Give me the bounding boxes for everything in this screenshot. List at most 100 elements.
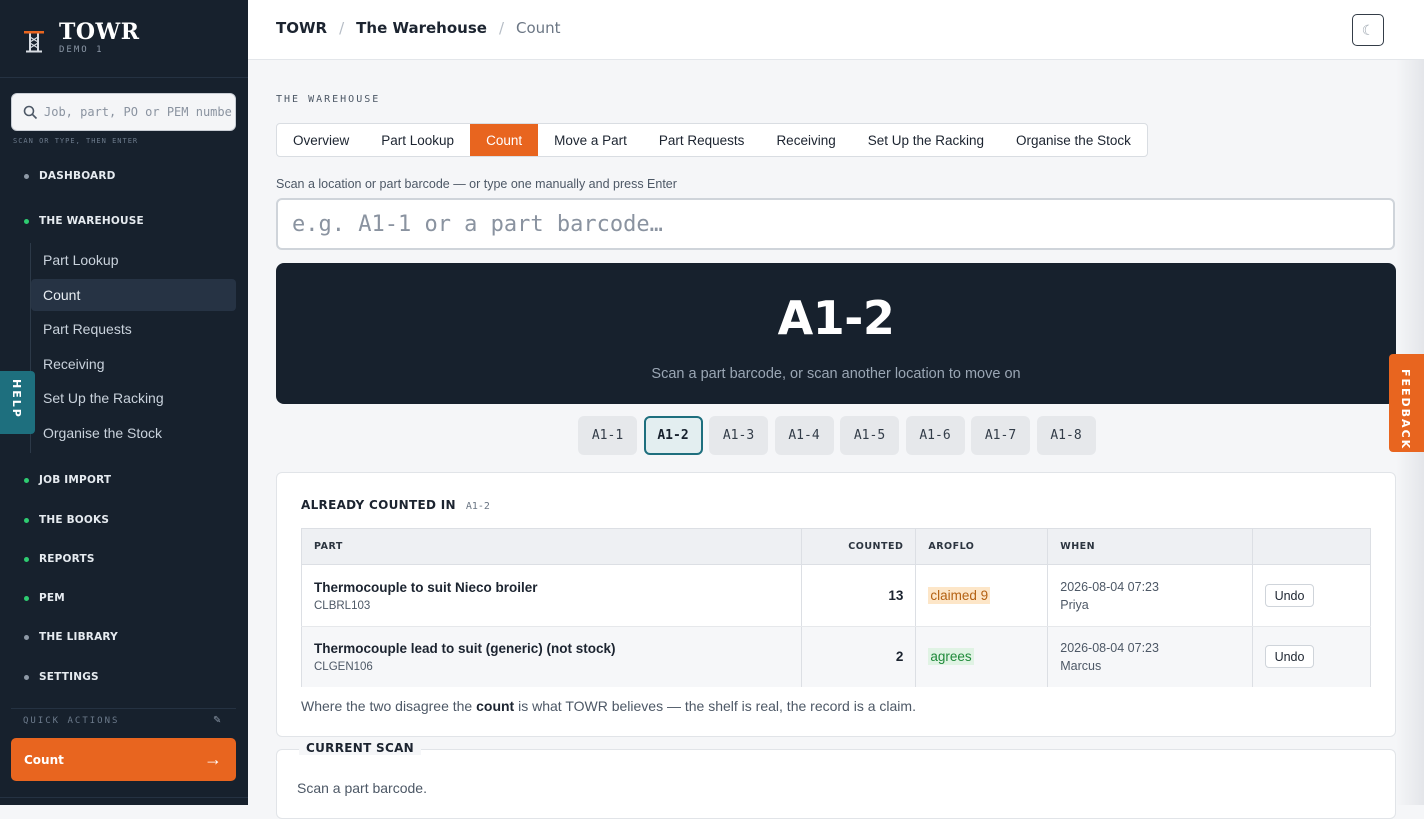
- part-name: Thermocouple lead to suit (generic) (not…: [314, 640, 616, 656]
- quick-action-count-button[interactable]: Count →: [11, 738, 236, 781]
- tab-organise-stock[interactable]: Organise the Stock: [1000, 124, 1147, 156]
- column-header-part: PART: [300, 528, 803, 565]
- brand: TOWR DEMO 1: [0, 0, 248, 78]
- search-icon: [23, 105, 38, 120]
- breadcrumb: TOWR / The Warehouse / Count: [276, 19, 561, 37]
- sidebar: TOWR DEMO 1 SCAN OR TYPE, THEN ENTER DAS…: [0, 0, 248, 805]
- column-header-counted: COUNTED: [801, 528, 917, 565]
- section-eyebrow: THE WAREHOUSE: [276, 94, 381, 105]
- status-dot-icon: [24, 634, 29, 640]
- sidebar-item-part-lookup[interactable]: Part Lookup: [31, 244, 236, 276]
- current-location-panel: A1-2 Scan a part barcode, or scan anothe…: [276, 263, 1396, 404]
- undo-button[interactable]: Undo: [1265, 645, 1315, 669]
- nav-dashboard[interactable]: DASHBOARD: [24, 167, 116, 185]
- nav-label: SETTINGS: [39, 671, 99, 683]
- column-header-aroflo: AROFLO: [915, 528, 1049, 565]
- note-text: Where the two disagree the: [301, 698, 477, 714]
- nav-label: PEM: [39, 592, 65, 604]
- location-chip[interactable]: A1-7: [971, 416, 1030, 455]
- top-bar: TOWR / The Warehouse / Count ☾: [248, 0, 1424, 60]
- tab-part-lookup[interactable]: Part Lookup: [365, 124, 470, 156]
- tab-move-a-part[interactable]: Move a Part: [538, 124, 643, 156]
- tab-part-requests[interactable]: Part Requests: [643, 124, 761, 156]
- location-chip[interactable]: A1-6: [905, 416, 965, 455]
- nav-settings[interactable]: SETTINGS: [24, 668, 99, 686]
- when-user: Priya: [1060, 597, 1089, 612]
- tower-logo-icon: [24, 31, 44, 53]
- breadcrumb-the-warehouse[interactable]: The Warehouse: [356, 19, 487, 37]
- location-hint: Scan a part barcode, or scan another loc…: [651, 366, 1021, 382]
- nav-label: THE LIBRARY: [39, 631, 118, 643]
- status-dot-icon: [24, 556, 29, 562]
- nav-label: THE WAREHOUSE: [39, 215, 144, 227]
- feedback-tab-label: FEEDBACK: [1399, 369, 1412, 451]
- status-dot-icon: [24, 477, 29, 483]
- sidebar-item-set-up-racking[interactable]: Set Up the Racking: [31, 382, 236, 414]
- card-title-text: ALREADY COUNTED IN: [301, 498, 456, 512]
- brand-name: TOWR: [59, 19, 140, 45]
- card-title: ALREADY COUNTED IN A1-2: [301, 498, 490, 512]
- sidebar-item-part-requests[interactable]: Part Requests: [31, 313, 236, 345]
- part-cell: Thermocouple lead to suit (generic) (not…: [300, 626, 803, 687]
- theme-toggle-button[interactable]: ☾: [1352, 14, 1384, 46]
- part-name: Thermocouple to suit Nieco broiler: [314, 579, 538, 595]
- column-header-when: WHEN: [1047, 528, 1254, 565]
- nav-label: REPORTS: [39, 553, 95, 565]
- status-dot-icon: [24, 517, 29, 523]
- help-tab-label: HELP: [10, 379, 23, 419]
- aroflo-cell: claimed 9: [915, 564, 1049, 627]
- brand-subtitle: DEMO 1: [59, 45, 104, 55]
- counted-table: PART COUNTED AROFLO WHEN Thermocouple to…: [300, 528, 1371, 687]
- tab-overview[interactable]: Overview: [277, 124, 365, 156]
- current-scan-text: Scan a part barcode.: [297, 780, 427, 796]
- tab-receiving[interactable]: Receiving: [760, 124, 851, 156]
- location-chip[interactable]: A1-5: [840, 416, 899, 455]
- count-note: Where the two disagree the count is what…: [301, 698, 916, 714]
- scan-input[interactable]: [276, 198, 1395, 250]
- nav-the-warehouse[interactable]: THE WAREHOUSE: [24, 212, 144, 230]
- tab-set-up-racking[interactable]: Set Up the Racking: [852, 124, 1000, 156]
- location-chip[interactable]: A1-8: [1036, 416, 1096, 455]
- quick-actions-label: QUICK ACTIONS: [23, 716, 120, 726]
- feedback-tab[interactable]: FEEDBACK: [1389, 354, 1424, 452]
- nav-label: THE BOOKS: [39, 514, 110, 526]
- help-tab[interactable]: HELP: [0, 371, 35, 434]
- edit-pencil-icon[interactable]: ✎: [213, 715, 221, 726]
- location-chip[interactable]: A1-1: [578, 416, 637, 455]
- tab-count[interactable]: Count: [470, 124, 539, 156]
- when-timestamp: 2026-08-04 07:23: [1060, 640, 1159, 655]
- status-dot-icon: [24, 218, 29, 224]
- nav-job-import[interactable]: JOB IMPORT: [24, 471, 111, 489]
- location-chip[interactable]: A1-4: [774, 416, 834, 455]
- location-chip-active[interactable]: A1-2: [643, 416, 703, 455]
- sidebar-item-count[interactable]: Count: [31, 279, 236, 311]
- breadcrumb-count: Count: [516, 19, 561, 37]
- part-cell: Thermocouple to suit Nieco broiler CLBRL…: [300, 564, 803, 627]
- nav-pem[interactable]: PEM: [24, 589, 65, 607]
- breadcrumb-separator: /: [339, 19, 345, 37]
- nav-reports[interactable]: REPORTS: [24, 550, 95, 568]
- status-dot-icon: [24, 173, 29, 179]
- card-title-location: A1-2: [465, 501, 490, 512]
- breadcrumb-separator: /: [498, 19, 504, 37]
- search-hint: SCAN OR TYPE, THEN ENTER: [13, 137, 139, 145]
- undo-button[interactable]: Undo: [1265, 584, 1315, 607]
- when-cell: 2026-08-04 07:23 Priya: [1047, 564, 1254, 627]
- arrow-right-icon: →: [204, 749, 222, 769]
- action-cell: Undo: [1252, 626, 1371, 687]
- sidebar-item-receiving[interactable]: Receiving: [31, 348, 236, 380]
- sidebar-item-organise-stock[interactable]: Organise the Stock: [31, 417, 236, 449]
- location-chip[interactable]: A1-3: [709, 416, 768, 455]
- breadcrumb-towr[interactable]: TOWR: [276, 19, 327, 37]
- nav-label: JOB IMPORT: [39, 474, 112, 486]
- divider: [11, 708, 236, 709]
- nav-the-library[interactable]: THE LIBRARY: [24, 628, 118, 646]
- table-header-row: PART COUNTED AROFLO WHEN: [300, 528, 1371, 565]
- status-dot-icon: [24, 674, 29, 680]
- note-emphasis: count: [476, 698, 515, 714]
- already-counted-card: ALREADY COUNTED IN A1-2 PART COUNTED ARO…: [276, 472, 1396, 737]
- search-input[interactable]: [44, 94, 234, 130]
- table-row: Thermocouple to suit Nieco broiler CLBRL…: [300, 564, 1371, 627]
- location-chips: A1-1 A1-2 A1-3 A1-4 A1-5 A1-6 A1-7 A1-8: [578, 416, 1102, 455]
- nav-the-books[interactable]: THE BOOKS: [24, 511, 109, 529]
